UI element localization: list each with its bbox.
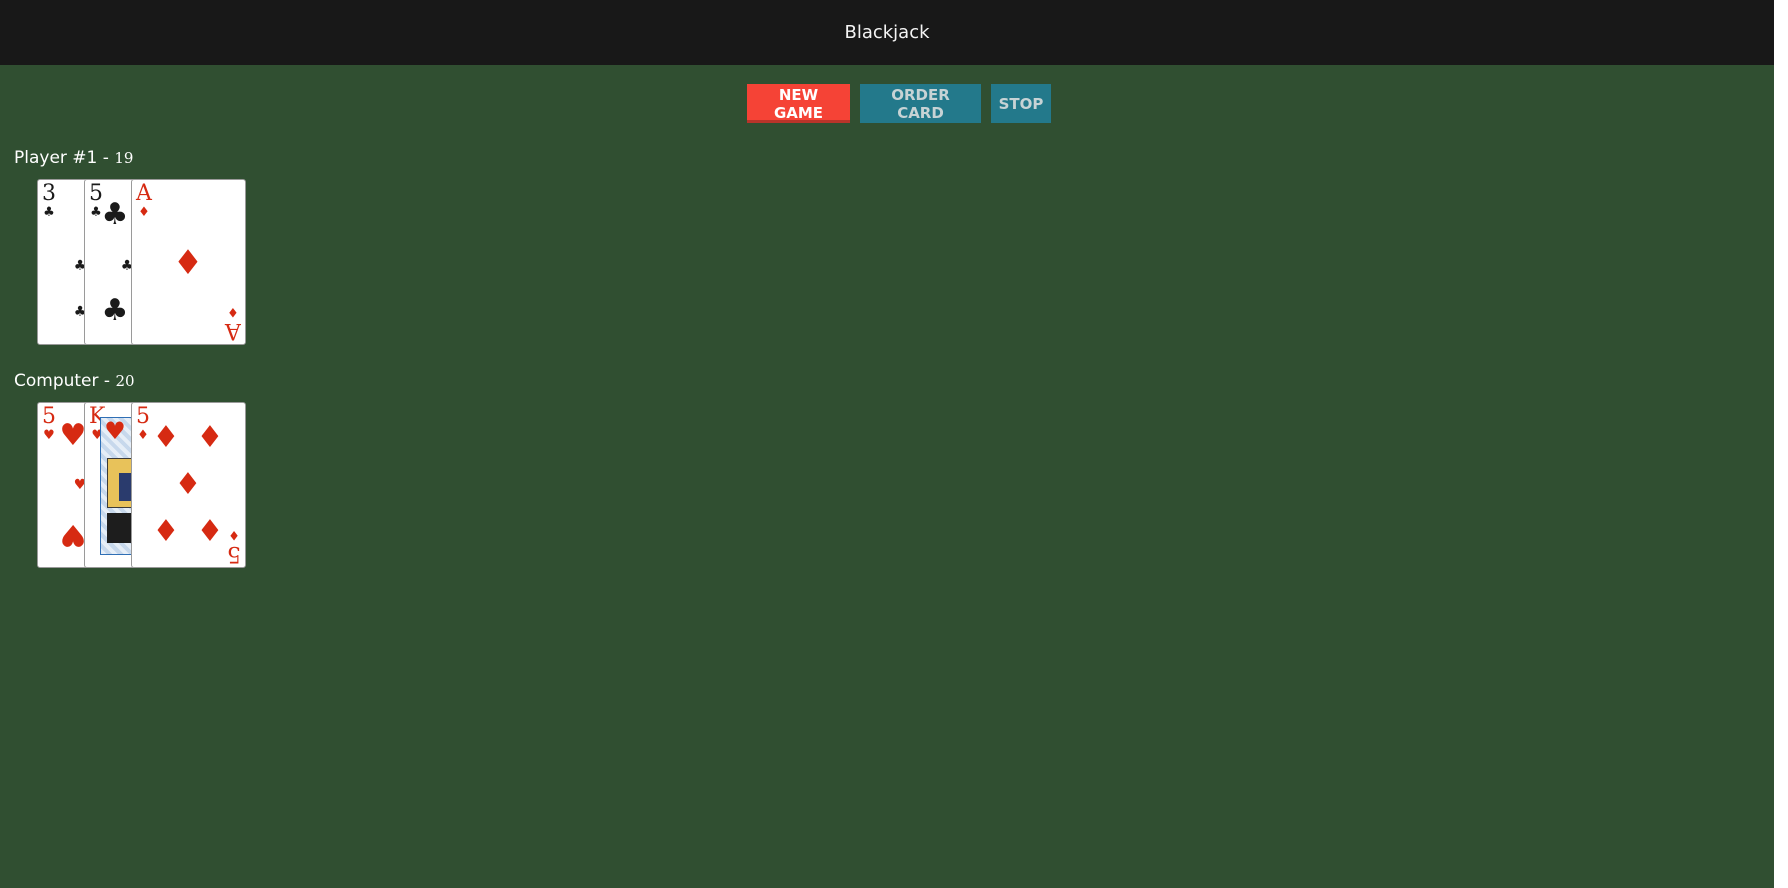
diamonds-icon: ♦ — [196, 420, 224, 455]
computer-hand-label: Computer - 20 — [14, 371, 135, 391]
card-corner: 5 ♦ — [227, 527, 241, 566]
diamonds-icon: ♦ — [174, 467, 202, 502]
card-rank: A — [136, 181, 152, 206]
card-corner: A ♦ — [136, 181, 152, 220]
hearts-icon: ♥ — [59, 517, 87, 552]
card-corner: 3 ♣ — [42, 181, 56, 220]
computer-name: Computer - — [14, 371, 116, 391]
order-card-button[interactable]: ORDER CARD — [860, 84, 981, 123]
diamonds-icon: ♦ — [227, 304, 239, 319]
top-navbar: Blackjack — [0, 0, 1774, 65]
diamonds-icon: ♦ — [138, 205, 150, 220]
new-game-button[interactable]: NEW GAME — [747, 84, 850, 123]
diamonds-icon: ♦ — [228, 527, 240, 542]
card-corner: 5 ♦ — [136, 404, 150, 443]
card-rank: 5 — [227, 541, 241, 566]
app-title: Blackjack — [844, 22, 930, 43]
player-hand-label: Player #1 - 19 — [14, 148, 133, 168]
computer-score: 20 — [115, 372, 135, 390]
player-name: Player #1 - — [14, 148, 115, 168]
game-table: Blackjack NEW GAME ORDER CARD STOP Playe… — [0, 0, 1774, 888]
card-corner: A ♦ — [225, 304, 241, 343]
diamonds-icon: ♦ — [152, 420, 180, 455]
card-corner: 5 ♥ — [42, 404, 56, 443]
card-rank: 3 — [42, 181, 56, 206]
computer-hand: 5 ♥ ♥ ♥ ♥ K ♥ ♥ 5 ♦ ♦ ♦ ♦ ♦ ♦ 5 ♦ — [37, 402, 247, 568]
player-hand: 3 ♣ ♣ ♣ 5 ♣ ♣ ♣ ♣ A ♦ ♦ A ♦ — [37, 179, 247, 345]
hearts-icon: ♥ — [104, 417, 126, 445]
controls-bar: NEW GAME ORDER CARD STOP — [0, 84, 1774, 123]
playing-card: A ♦ ♦ A ♦ — [131, 179, 246, 345]
clubs-icon: ♣ — [90, 205, 102, 220]
card-rank: 5 — [136, 404, 150, 429]
clubs-icon: ♣ — [43, 205, 55, 220]
diamonds-icon: ♦ — [172, 243, 204, 283]
stop-button[interactable]: STOP — [991, 84, 1051, 123]
diamonds-icon: ♦ — [196, 514, 224, 549]
clubs-icon: ♣ — [101, 197, 129, 232]
clubs-icon: ♣ — [101, 293, 129, 328]
hearts-icon: ♥ — [43, 428, 55, 443]
player-score: 19 — [114, 149, 134, 167]
playing-card: 5 ♦ ♦ ♦ ♦ ♦ ♦ 5 ♦ — [131, 402, 246, 568]
diamonds-icon: ♦ — [137, 428, 149, 443]
card-rank: A — [225, 318, 241, 343]
diamonds-icon: ♦ — [152, 514, 180, 549]
hearts-icon: ♥ — [59, 418, 87, 453]
card-rank: 5 — [42, 404, 56, 429]
